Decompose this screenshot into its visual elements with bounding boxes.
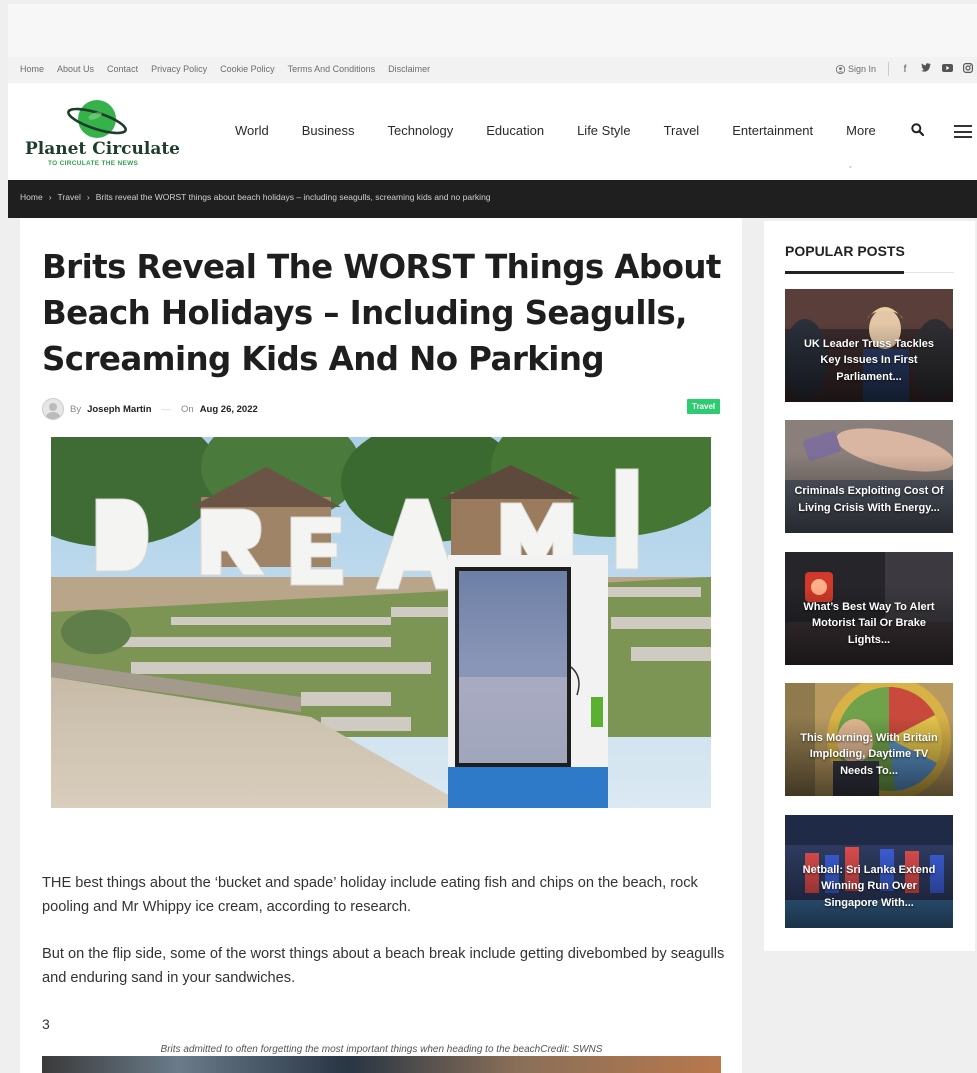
image-caption: Brits admitted to often forgetting the m… [160,1044,603,1055]
site-header: Planet Circulate TO CIRCULATE THE NEWS W… [8,83,977,180]
popular-post-title[interactable]: Netball: Sri Lanka Extend Winning Run Ov… [793,862,945,912]
gallery-number: 3 [42,1016,50,1032]
article-paragraph-1: THE best things about the ‘bucket and sp… [42,875,698,915]
breadcrumb-bar: Home › Travel › Brits reveal the WORST t… [8,180,977,218]
heading-underline [785,271,954,274]
meta-separator: — [161,403,172,415]
nav-item-technology[interactable]: Technology [387,123,453,138]
popular-post-5[interactable]: Netball: Sri Lanka Extend Winning Run Ov… [785,815,953,928]
top-link-home[interactable]: Home [20,64,44,74]
top-link-about[interactable]: About Us [57,64,94,74]
facebook-icon[interactable]: f [900,64,910,75]
twitter-icon[interactable] [921,63,931,75]
article-second-image [42,1056,721,1073]
by-label: By [70,403,82,415]
planet-logo-icon [67,100,127,138]
top-link-terms[interactable]: Terms And Conditions [288,64,376,74]
logo-title: Planet Circulate [25,139,181,159]
breadcrumb-separator: › [48,192,52,202]
post-overlay [785,420,953,533]
chevron-down-icon: ⌄ [847,161,854,170]
popular-post-title[interactable]: UK Leader Truss Tackles Key Issues In Fi… [793,336,945,386]
popular-post-title[interactable]: What’s Best Way To Alert Motorist Tail O… [793,599,945,649]
breadcrumb: Home › Travel › Brits reveal the WORST t… [20,192,491,202]
breadcrumb-travel[interactable]: Travel [58,192,81,202]
search-icon [911,123,925,137]
top-right: Sign In f [835,62,974,76]
top-blank-area [8,4,977,57]
category-badge[interactable]: Travel [687,399,721,414]
article-title: Brits Reveal The WORST Things About Beac… [42,248,721,378]
nav-item-entertainment[interactable]: Entertainment [732,123,813,138]
popular-post-title[interactable]: Criminals Exploiting Cost Of Living Cris… [793,483,945,516]
top-link-cookie[interactable]: Cookie Policy [220,64,275,74]
article-paragraph-2: But on the flip side, some of the worst … [42,946,725,986]
breadcrumb-separator: › [86,192,90,202]
article: Brits Reveal The WORST Things About Beac… [20,218,742,1073]
main-nav: World Business Technology Education Life… [235,123,876,138]
popular-post-3[interactable]: What’s Best Way To Alert Motorist Tail O… [785,552,953,665]
post-date: Aug 26, 2022 [199,403,258,415]
nav-item-education[interactable]: Education [486,123,544,138]
breadcrumb-home[interactable]: Home [20,192,43,202]
top-link-privacy[interactable]: Privacy Policy [151,64,207,74]
search-button[interactable] [911,123,925,141]
sidebar-popular-posts: POPULAR POSTS UK Leader Truss Tackles Ke… [764,221,975,951]
author-name[interactable]: Joseph Martin [87,404,151,415]
on-label: On [181,403,194,415]
site-logo[interactable]: Planet Circulate TO CIRCULATE THE NEWS [22,97,188,171]
popular-post-1[interactable]: UK Leader Truss Tackles Key Issues In Fi… [785,289,953,402]
youtube-icon[interactable] [942,63,953,75]
nav-item-world[interactable]: World [235,123,269,138]
sign-in-label: Sign In [847,64,876,74]
breadcrumb-current: Brits reveal the WORST things about beac… [95,192,491,202]
author-avatar[interactable] [42,398,64,420]
nav-item-travel[interactable]: Travel [664,123,700,138]
popular-post-4[interactable]: This Morning: With Britain Imploding, Da… [785,683,953,796]
sign-in-link[interactable]: Sign In [835,62,889,76]
user-icon [835,64,845,74]
hamburger-menu-icon[interactable] [954,125,972,138]
logo-tagline: TO CIRCULATE THE NEWS [48,160,139,167]
popular-post-title[interactable]: This Morning: With Britain Imploding, Da… [793,730,945,780]
top-link-disclaimer[interactable]: Disclaimer [388,64,430,74]
popular-posts-heading: POPULAR POSTS [785,243,905,259]
nav-item-lifestyle[interactable]: Life Style [577,123,630,138]
nav-item-business[interactable]: Business [302,123,355,138]
nav-item-more[interactable]: More [846,123,876,138]
popular-post-2[interactable]: Criminals Exploiting Cost Of Living Cris… [785,420,953,533]
instagram-icon[interactable] [963,62,974,76]
article-hero-image [51,437,711,808]
top-bar: Home About Us Contact Privacy Policy Coo… [8,57,977,83]
top-links: Home About Us Contact Privacy Policy Coo… [20,64,430,74]
top-link-contact[interactable]: Contact [107,64,138,74]
article-meta: By Joseph Martin — On Aug 26, 2022 [42,398,258,420]
